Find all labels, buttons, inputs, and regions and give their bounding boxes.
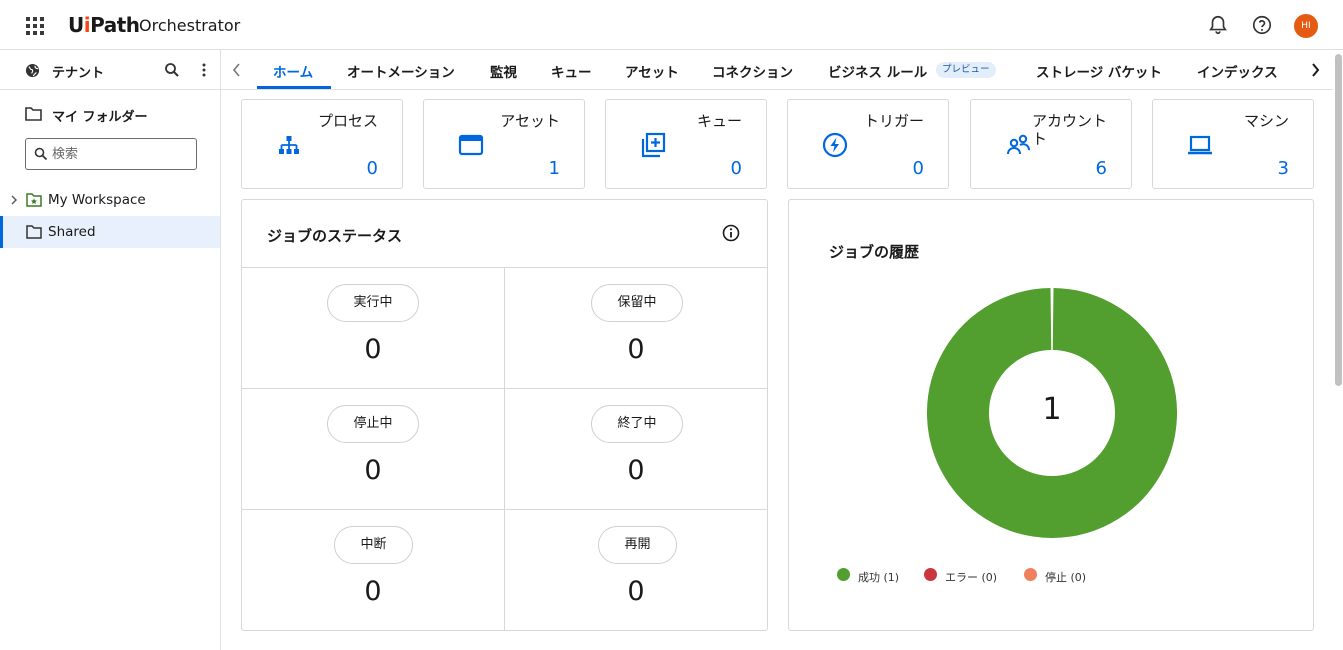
status-count: 0 — [364, 455, 382, 486]
top-header: UiPath Orchestrator HI — [0, 0, 1343, 50]
tab-automation[interactable]: オートメーション — [347, 61, 455, 81]
legend-label: エラー (0) — [945, 571, 998, 584]
uipath-logo[interactable]: UiPath — [68, 13, 140, 37]
main-tab-bar: ホーム オートメーション 監視 キュー アセット コネクション ビジネス ルール… — [221, 50, 1343, 90]
status-filter-button[interactable]: 再開 — [598, 526, 677, 564]
search-icon[interactable] — [164, 62, 180, 78]
status-filter-button[interactable]: 終了中 — [591, 405, 683, 443]
status-cell-stopping: 停止中 0 — [242, 389, 504, 510]
folder-search-box[interactable] — [25, 138, 197, 170]
card-label: プロセス — [317, 112, 378, 130]
job-history-title: ジョブの履歴 — [829, 243, 920, 261]
tab-storage-buckets[interactable]: ストレージ バケット — [1036, 61, 1162, 81]
card-label: キュー — [696, 112, 742, 130]
card-label: マシン — [1243, 112, 1289, 130]
chevron-right-icon[interactable] — [9, 194, 19, 206]
status-filter-button[interactable]: 実行中 — [327, 284, 419, 322]
card-assets[interactable]: アセット 1 — [423, 99, 585, 189]
user-avatar[interactable]: HI — [1294, 14, 1318, 38]
folder-search-input[interactable] — [52, 143, 192, 165]
help-icon[interactable] — [1251, 14, 1273, 36]
tab-business-rules[interactable]: ビジネス ルール — [828, 61, 927, 81]
status-count: 0 — [627, 455, 645, 486]
asset-window-icon — [458, 134, 484, 156]
card-value: 0 — [912, 158, 924, 179]
legend-label: 停止 (0) — [1045, 571, 1087, 584]
card-value: 0 — [366, 158, 378, 179]
card-value: 0 — [730, 158, 742, 179]
status-count: 0 — [627, 576, 645, 607]
tab-queues[interactable]: キュー — [551, 61, 592, 81]
tab-indexes[interactable]: インデックス — [1197, 61, 1278, 81]
tree-item-label: Shared — [48, 224, 96, 240]
status-filter-button[interactable]: 停止中 — [327, 405, 419, 443]
legend-dot — [924, 568, 937, 581]
queue-add-icon — [641, 132, 666, 158]
job-status-panel: ジョブのステータス 実行中 0 保留中 0 停止中 0 終了中 0 中断 0 再… — [241, 199, 768, 631]
page-scrollbar-thumb[interactable] — [1335, 54, 1342, 386]
globe-icon — [25, 63, 40, 78]
card-accounts[interactable]: アカウントト 6 — [970, 99, 1132, 189]
active-tab-indicator — [257, 86, 331, 89]
job-status-grid: 実行中 0 保留中 0 停止中 0 終了中 0 中断 0 再開 0 — [242, 267, 767, 631]
bell-icon[interactable] — [1207, 14, 1229, 36]
status-cell-pending: 保留中 0 — [505, 268, 767, 389]
folder-icon — [26, 225, 42, 239]
status-count: 0 — [364, 334, 382, 365]
status-cell-resumed: 再開 0 — [505, 510, 767, 631]
tenant-label: テナント — [52, 66, 105, 81]
card-label: アカウントト — [1031, 112, 1107, 148]
folder-sidebar: テナント マイ フォルダー My Workspace Shared — [0, 50, 221, 650]
tree-item-my-workspace[interactable]: My Workspace — [0, 184, 220, 216]
card-queues[interactable]: キュー 0 — [605, 99, 767, 189]
tab-connections[interactable]: コネクション — [712, 61, 793, 81]
chevron-right-icon[interactable] — [1309, 62, 1321, 78]
legend-label: 成功 (1) — [858, 571, 900, 584]
card-value: 6 — [1095, 158, 1107, 179]
legend-dot — [1024, 568, 1037, 581]
tab-home[interactable]: ホーム — [273, 61, 313, 81]
accounts-icon — [1007, 134, 1030, 155]
folder-icon — [25, 107, 42, 121]
apps-grid-icon[interactable] — [26, 17, 44, 35]
status-filter-button[interactable]: 中断 — [334, 526, 413, 564]
status-cell-terminating: 終了中 0 — [505, 389, 767, 510]
card-triggers[interactable]: トリガー 0 — [787, 99, 949, 189]
workspace-folder-icon — [26, 193, 42, 207]
donut-total: 1 — [1042, 392, 1062, 427]
process-tree-icon — [279, 136, 299, 154]
job-history-panel: ジョブの履歴 1 成功 (1) エラー (0) 停止 (0) — [788, 199, 1314, 631]
trigger-bolt-icon — [822, 132, 848, 158]
status-count: 0 — [364, 576, 382, 607]
job-status-title: ジョブのステータス — [267, 227, 403, 245]
status-filter-button[interactable]: 保留中 — [591, 284, 683, 322]
laptop-icon — [1188, 135, 1212, 155]
my-folder-heading: マイ フォルダー — [52, 110, 148, 125]
tab-monitoring[interactable]: 監視 — [490, 61, 517, 81]
preview-badge: プレビュー — [936, 62, 996, 78]
tree-item-shared[interactable]: Shared — [0, 216, 220, 248]
chevron-left-icon[interactable] — [231, 62, 243, 78]
more-vertical-icon[interactable] — [197, 62, 211, 78]
status-cell-suspended: 中断 0 — [242, 510, 504, 631]
card-value: 3 — [1277, 158, 1289, 179]
legend-dot — [837, 568, 850, 581]
card-value: 1 — [548, 158, 560, 179]
card-label: トリガー — [863, 112, 924, 130]
card-processes[interactable]: プロセス 0 — [241, 99, 403, 189]
info-icon[interactable] — [722, 224, 740, 242]
status-count: 0 — [627, 334, 645, 365]
tab-assets[interactable]: アセット — [625, 61, 679, 81]
product-name: Orchestrator — [139, 16, 241, 35]
card-label: アセット — [500, 112, 560, 130]
card-machines[interactable]: マシン 3 — [1152, 99, 1314, 189]
tenant-row[interactable]: テナント — [0, 50, 220, 90]
tree-item-label: My Workspace — [48, 192, 146, 208]
status-cell-running: 実行中 0 — [242, 268, 504, 389]
search-icon — [34, 147, 48, 161]
